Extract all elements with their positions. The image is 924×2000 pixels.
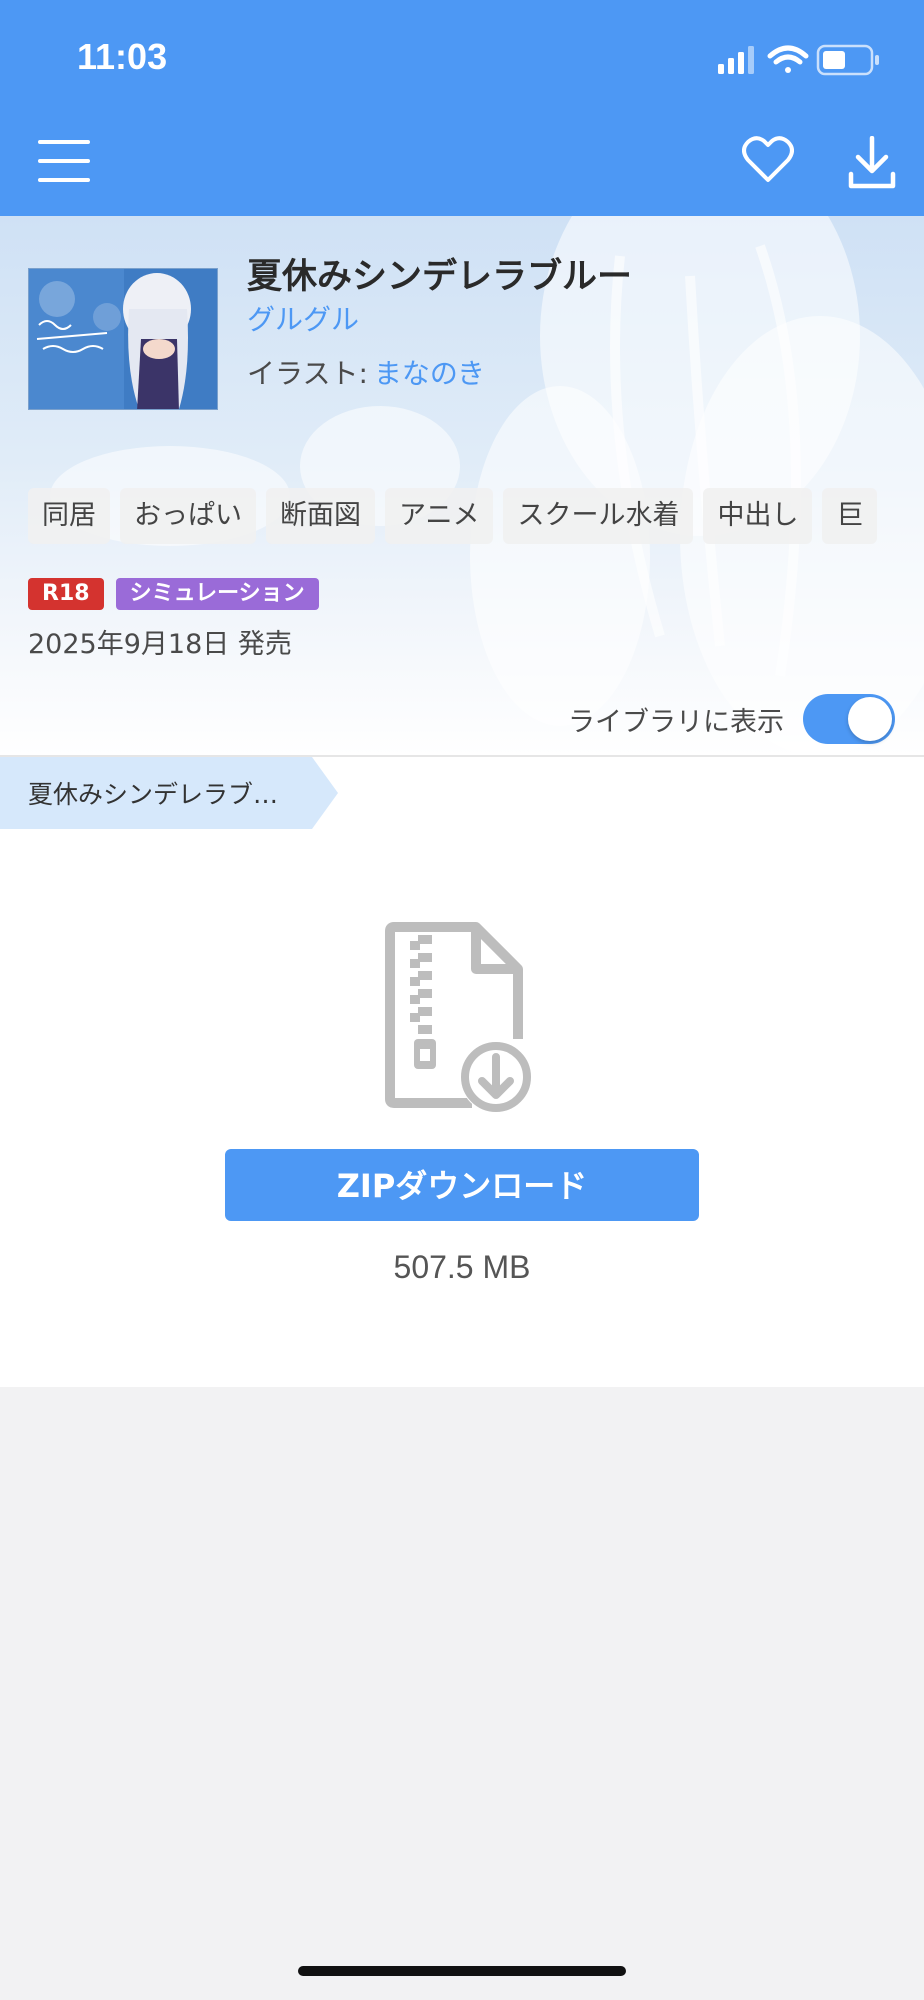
toggle-knob	[848, 697, 892, 741]
library-toggle-label: ライブラリに表示	[568, 707, 784, 738]
breadcrumb-label: 夏休みシンデレラブ…	[28, 780, 279, 809]
heart-icon[interactable]	[742, 136, 794, 184]
breadcrumb[interactable]: 夏休みシンデレラブ…	[0, 757, 340, 829]
tag-chip[interactable]: 中出し	[703, 488, 813, 544]
top-bar: 11:03	[0, 0, 924, 216]
cover-image[interactable]	[28, 268, 218, 410]
signal-icon	[718, 46, 754, 74]
genre-badge: シミュレーション	[115, 578, 319, 610]
tag-chip[interactable]: おっぱい	[120, 488, 256, 544]
release-date: 2025年9月18日 発売	[28, 629, 292, 660]
wifi-icon	[767, 45, 809, 73]
status-time: 11:03	[77, 36, 168, 77]
download-panel: 夏休みシンデレラブ… ZIPダウンロード 507.5 MB	[0, 755, 924, 1387]
illustrator-label: イラスト:	[247, 357, 368, 390]
rating-badge: R18	[28, 578, 104, 610]
tag-chip[interactable]: 巨	[822, 488, 878, 544]
work-title: 夏休みシンデレラブルー	[247, 257, 633, 297]
tag-chip[interactable]: スクール水着	[503, 488, 694, 544]
file-size: 507.5 MB	[393, 1249, 531, 1285]
tag-chip[interactable]: 同居	[28, 488, 110, 544]
work-header: 夏休みシンデレラブルー グルグル イラスト: まなのき 同居 おっぱい 断面図 アニメス…	[0, 216, 924, 756]
battery-icon	[816, 44, 879, 76]
badge-row: R18 シミュレーション	[28, 578, 331, 610]
zip-file-download-icon	[385, 922, 532, 1113]
menu-icon[interactable]	[38, 140, 90, 186]
library-toggle[interactable]	[803, 694, 895, 744]
illustrator-row: イラスト: まなのき	[247, 352, 485, 392]
illustrator-link[interactable]: まなのき	[374, 357, 485, 390]
tag-chip[interactable]: 断面図	[266, 488, 375, 544]
zip-download-button[interactable]: ZIPダウンロード	[225, 1149, 699, 1221]
home-indicator[interactable]	[298, 1966, 626, 1976]
status-icons	[718, 44, 879, 76]
tag-list: 同居 おっぱい 断面図 アニメ スクール水着 中出し巨	[28, 488, 924, 544]
download-icon[interactable]	[848, 136, 896, 190]
tag-chip[interactable]: アニメ	[385, 488, 494, 544]
circle-link[interactable]: グルグル	[247, 298, 359, 338]
